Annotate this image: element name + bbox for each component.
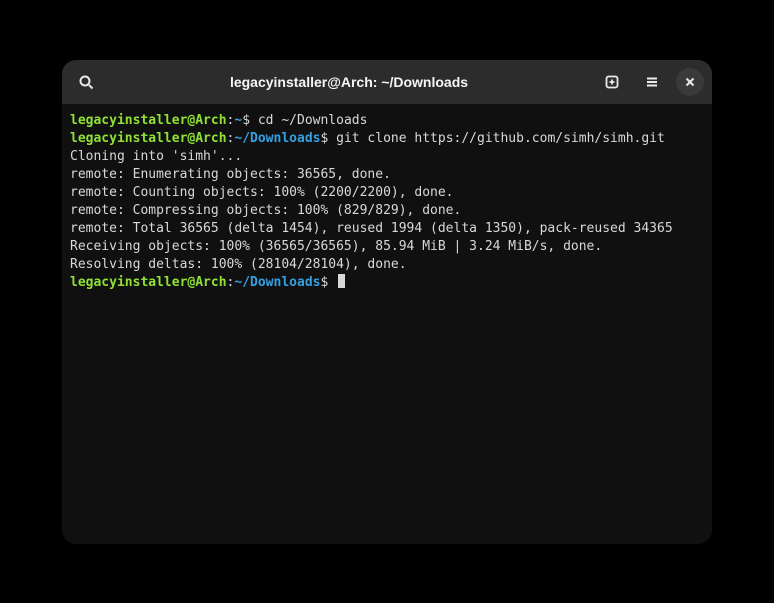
output-line: remote: Enumerating objects: 36565, done… (70, 167, 391, 182)
prompt-path: ~/Downloads (234, 131, 320, 146)
prompt-path: ~/Downloads (234, 275, 320, 290)
terminal-body[interactable]: legacyinstaller@Arch:~$ cd ~/Downloads l… (62, 104, 712, 544)
prompt-sigil: $ (320, 275, 328, 290)
output-line: Receiving objects: 100% (36565/36565), 8… (70, 239, 602, 254)
prompt-sigil: $ (242, 113, 250, 128)
output-line: Resolving deltas: 100% (28104/28104), do… (70, 257, 407, 272)
output-line: remote: Compressing objects: 100% (829/8… (70, 203, 461, 218)
output-line: Cloning into 'simh'... (70, 149, 242, 164)
command-text: cd ~/Downloads (250, 113, 367, 128)
output-line: remote: Total 36565 (delta 1454), reused… (70, 221, 673, 236)
command-text: git clone https://github.com/simh/simh.g… (328, 131, 665, 146)
prompt-user-host: legacyinstaller@Arch (70, 113, 227, 128)
menu-icon[interactable] (636, 66, 668, 98)
output-line: remote: Counting objects: 100% (2200/220… (70, 185, 454, 200)
terminal-window: legacyinstaller@Arch: ~/Downloads legacy… (62, 60, 712, 544)
titlebar: legacyinstaller@Arch: ~/Downloads (62, 60, 712, 104)
search-icon[interactable] (70, 66, 102, 98)
prompt-user-host: legacyinstaller@Arch (70, 131, 227, 146)
cursor (338, 274, 345, 288)
prompt-user-host: legacyinstaller@Arch (70, 275, 227, 290)
close-icon[interactable] (676, 68, 704, 96)
new-tab-icon[interactable] (596, 66, 628, 98)
window-title: legacyinstaller@Arch: ~/Downloads (110, 74, 588, 90)
